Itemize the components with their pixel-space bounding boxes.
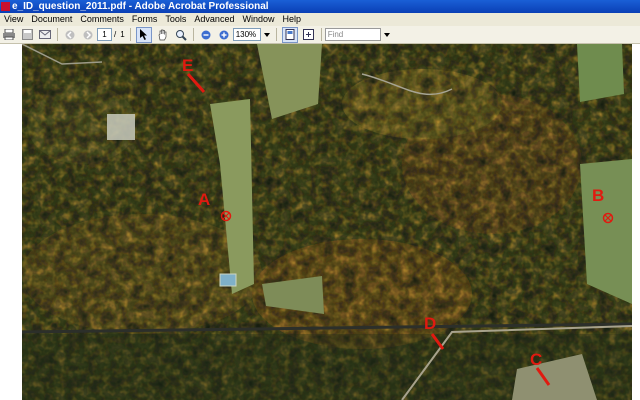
field-b (580, 159, 632, 304)
toolbar-separator (192, 28, 194, 41)
menu-bar: View Document Comments Forms Tools Advanced Wi… (0, 13, 640, 26)
menu-advanced[interactable]: Advanced (190, 14, 238, 24)
save-icon[interactable] (20, 28, 34, 42)
find-input[interactable]: Find (324, 28, 381, 41)
find-dropdown-icon[interactable] (383, 28, 391, 42)
marker-arrow-c (535, 367, 551, 386)
menu-window[interactable]: Window (238, 14, 278, 24)
toolbar-separator (129, 28, 131, 41)
toolbar-separator (57, 28, 58, 41)
page-total: 1 (120, 30, 125, 39)
menu-view[interactable]: View (0, 14, 27, 24)
menu-document[interactable]: Document (27, 14, 76, 24)
marker-label-d: D (424, 314, 437, 333)
hand-tool-icon[interactable] (156, 28, 170, 42)
zoom-in-icon[interactable] (217, 28, 231, 42)
toolbar: 1 / 1 130% Find (0, 26, 640, 44)
aerial-photo-image (22, 44, 632, 400)
window-title: e_ID_question_2011.pdf - Adobe Acrobat P… (12, 1, 269, 12)
menu-help[interactable]: Help (278, 14, 305, 24)
zoom-level-field[interactable]: 130% (232, 28, 261, 41)
pond (219, 273, 237, 287)
select-tool-icon[interactable] (135, 26, 152, 43)
marker-label-b: B (592, 186, 605, 205)
page-number-input[interactable]: 1 (97, 28, 112, 41)
previous-page-icon[interactable] (63, 28, 77, 42)
next-page-icon[interactable] (81, 28, 95, 42)
navigation-panel[interactable] (0, 44, 23, 400)
acrobat-icon (1, 2, 10, 11)
menu-forms[interactable]: Forms (128, 14, 162, 24)
marker-target-a (220, 210, 232, 222)
print-icon[interactable] (2, 28, 16, 42)
menu-comments[interactable]: Comments (76, 14, 128, 24)
title-bar: e_ID_question_2011.pdf - Adobe Acrobat P… (0, 0, 640, 13)
marker-arrow-d (430, 333, 445, 350)
menu-tools[interactable]: Tools (161, 14, 190, 24)
page-separator: / (114, 30, 117, 39)
zoom-out-icon[interactable] (199, 28, 213, 42)
marker-arrow-e (186, 73, 206, 93)
zoom-dropdown-icon[interactable] (263, 28, 271, 42)
marker-target-b (602, 212, 614, 224)
marker-label-a: A (198, 190, 211, 209)
email-icon[interactable] (38, 28, 52, 42)
fit-page-icon[interactable] (302, 28, 316, 42)
zoom-tool-icon[interactable] (174, 28, 188, 42)
toolbar-separator (320, 28, 322, 41)
toolbar-separator (275, 28, 277, 41)
single-page-view-icon[interactable] (281, 26, 298, 43)
aerial-photo: E A B D C (22, 44, 632, 400)
